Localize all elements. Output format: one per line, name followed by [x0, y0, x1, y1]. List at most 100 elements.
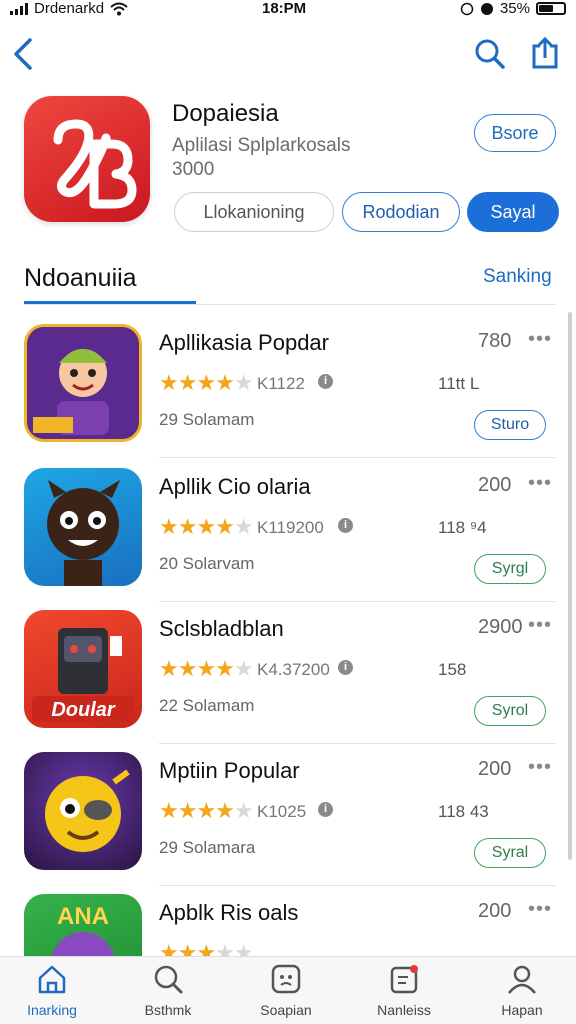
- more-icon[interactable]: •••: [528, 472, 552, 495]
- tab-profile[interactable]: Hapan: [472, 957, 572, 1024]
- app-subtitle: 29 Solamam: [159, 410, 255, 429]
- location-icon: [460, 2, 474, 15]
- app-name: Sclsbladblan: [159, 616, 284, 641]
- app-size: 118 43: [438, 802, 489, 821]
- tab-label: Hapan: [501, 1002, 543, 1018]
- wifi-icon: [110, 2, 128, 15]
- info-icon[interactable]: i: [338, 518, 353, 533]
- get-button[interactable]: Sturo: [474, 410, 546, 440]
- tab-games[interactable]: Soapian: [236, 957, 336, 1024]
- battery-icon: [536, 2, 566, 15]
- tab-label: Nanleiss: [377, 1002, 431, 1018]
- get-button[interactable]: Syrgl: [474, 554, 546, 584]
- app-price: 780: [478, 330, 512, 352]
- home-icon: [38, 965, 66, 994]
- scrollbar[interactable]: [568, 312, 572, 860]
- app-subtitle: 20 Solarvam: [159, 554, 255, 573]
- row-divider: [159, 885, 556, 886]
- section-title: Ndoanuiia: [24, 264, 137, 292]
- app-price: 200: [478, 758, 512, 780]
- updates-icon: [390, 965, 418, 994]
- status-time: 18:PM: [262, 0, 307, 17]
- profile-icon: [508, 965, 536, 994]
- tab-bar: Inarking Bsthmk Soapian Nanleiss Hapan: [0, 956, 576, 1024]
- back-icon[interactable]: [10, 36, 38, 72]
- app-name: Apblk Ris oals: [159, 900, 299, 925]
- header-button-primary[interactable]: Sayal: [467, 192, 559, 232]
- status-bar: Drdenarkd 18:PM 35%: [0, 0, 576, 22]
- row-divider: [159, 601, 556, 602]
- app-price: 200: [478, 900, 512, 922]
- battery-percent: 35%: [499, 0, 530, 17]
- search-icon[interactable]: [474, 38, 506, 70]
- more-icon[interactable]: •••: [528, 756, 552, 779]
- app-subtitle: 29 Solamara: [159, 838, 256, 857]
- character-icon: [47, 480, 120, 586]
- games-icon: [271, 964, 301, 994]
- share-icon[interactable]: [530, 36, 560, 70]
- app-price: 200: [478, 474, 512, 496]
- app-size: 158: [438, 660, 467, 679]
- app-name: Mptiin Popular: [159, 758, 300, 783]
- rating-stars: ★★★★★: [159, 798, 254, 823]
- app-thumbnail: [24, 752, 142, 870]
- app-count: 3000: [172, 159, 215, 180]
- signal-icon: [10, 2, 28, 15]
- row-divider: [159, 743, 556, 744]
- info-icon[interactable]: i: [318, 802, 333, 817]
- carrier-group: Drdenarkd: [10, 0, 128, 17]
- tab-label: Bsthmk: [144, 1002, 192, 1018]
- rating-stars: ★★★★★: [159, 514, 254, 539]
- emoji-icon: [45, 769, 130, 852]
- svg-text:Doular: Doular: [51, 699, 116, 721]
- app-name: Apllik Cio olaria: [159, 474, 311, 499]
- header-button-2[interactable]: Rododian: [342, 192, 460, 232]
- get-button[interactable]: Syrol: [474, 696, 546, 726]
- app-subtitle: 22 Solamam: [159, 696, 255, 715]
- more-icon[interactable]: •••: [528, 614, 552, 637]
- list-item[interactable]: Mptiin Popular ★★★★★ K1025 i 118 43 29 S…: [0, 746, 566, 886]
- list-item[interactable]: Apllikasia Popdar ★★★★★ K1122 i 11tt L 2…: [0, 318, 566, 458]
- info-icon[interactable]: i: [318, 374, 333, 389]
- app-name: Apllikasia Popdar: [159, 330, 329, 355]
- section-divider: [24, 304, 556, 305]
- tab-label: Inarking: [27, 1002, 77, 1018]
- rating-stars: ★★★★★: [159, 370, 254, 395]
- app-subtitle: Aplilasi Splplarkosals: [172, 135, 351, 156]
- app-thumbnail: [24, 468, 142, 586]
- app-title: Dopaiesia: [172, 100, 279, 127]
- app-thumbnail: [24, 324, 142, 442]
- info-icon[interactable]: i: [338, 660, 353, 675]
- more-icon[interactable]: •••: [528, 328, 552, 351]
- review-count: K4.37200: [257, 660, 330, 679]
- review-count: K1122: [257, 374, 305, 393]
- svg-text:ANA: ANA: [57, 903, 109, 930]
- rating-stars: ★★★★★: [159, 656, 254, 681]
- app-side-button[interactable]: Bsore: [474, 114, 556, 152]
- tab-home[interactable]: Inarking: [2, 957, 102, 1024]
- more-icon[interactable]: •••: [528, 898, 552, 921]
- carrier-label: Drdenarkd: [34, 0, 105, 17]
- app-thumbnail: Doular: [24, 610, 142, 728]
- tab-label: Soapian: [260, 1002, 312, 1018]
- section-link[interactable]: Sanking: [483, 266, 552, 288]
- robot-icon: Doular: [32, 628, 134, 722]
- tab-search[interactable]: Bsthmk: [118, 957, 218, 1024]
- header-button-1[interactable]: Llokanioning: [174, 192, 334, 232]
- character-icon: [33, 349, 109, 435]
- list-item[interactable]: Doular Sclsbladblan ★★★★★ K4.37200 i 158…: [0, 604, 566, 744]
- alarm-icon: [480, 2, 493, 15]
- app-price: 2900: [478, 616, 523, 638]
- get-button[interactable]: Syral: [474, 838, 546, 868]
- row-divider: [159, 457, 556, 458]
- app-logo-icon: [53, 119, 137, 209]
- review-count: K119200: [257, 518, 324, 537]
- app-size: 11tt L: [438, 374, 480, 393]
- review-count: K1025: [257, 802, 307, 821]
- search-icon: [154, 965, 183, 994]
- app-icon[interactable]: [24, 96, 150, 222]
- tab-updates[interactable]: Nanleiss: [354, 957, 454, 1024]
- status-right: 35%: [460, 0, 566, 17]
- app-size: 118 ⁹4: [438, 518, 487, 537]
- list-item[interactable]: Apllik Cio olaria ★★★★★ K119200 i 118 ⁹4…: [0, 462, 566, 602]
